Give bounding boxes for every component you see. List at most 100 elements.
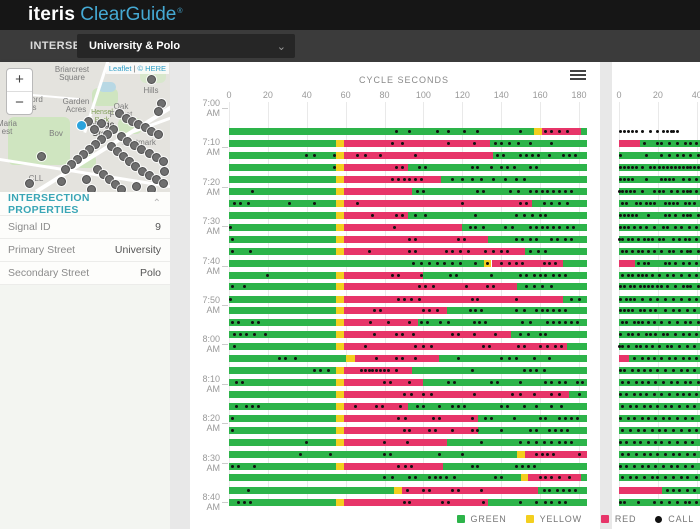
call-dot [400, 165, 404, 169]
property-label: Signal ID [8, 221, 51, 233]
intersection-dropdown[interactable]: University & Polo ⌄ [77, 34, 295, 58]
phase-segment-r [542, 128, 581, 136]
call-dot [670, 165, 673, 169]
call-dot [635, 213, 638, 217]
phase-segment-g [407, 163, 587, 171]
call-dot [638, 225, 642, 229]
call-dot [687, 297, 691, 301]
call-dot [685, 190, 689, 194]
call-dot [505, 249, 509, 253]
chart-menu-icon[interactable] [570, 70, 586, 82]
x-tick-label: 100 [415, 90, 431, 100]
call-dot [499, 141, 503, 145]
phase-segment-y [520, 474, 529, 482]
call-dot [658, 273, 662, 277]
call-dot [627, 213, 631, 217]
map-zoom-in-button[interactable]: + [7, 69, 32, 92]
phase-segment-g [580, 128, 587, 136]
call-dot [451, 249, 455, 253]
signal-marker[interactable] [36, 151, 46, 161]
signal-marker[interactable] [81, 174, 91, 184]
call-dot [681, 213, 685, 217]
signal-marker[interactable] [158, 178, 168, 188]
signal-marker[interactable] [131, 181, 141, 191]
call-dot [675, 416, 679, 420]
call-dot [491, 177, 495, 181]
phase-segment-g [417, 319, 587, 327]
call-dot [631, 213, 635, 217]
chevron-up-icon[interactable]: ⌃ [153, 198, 170, 209]
leaflet-link[interactable]: Leaflet [109, 64, 132, 73]
phase-segment-r [343, 343, 568, 351]
call-dot [563, 440, 567, 444]
call-dot [542, 368, 546, 372]
call-dot [673, 357, 677, 361]
phase-segment-g [489, 139, 587, 147]
phase-segment-y [345, 355, 356, 363]
call-dot [671, 237, 675, 241]
time-axis-tick [222, 383, 228, 385]
selected-signal-marker[interactable] [75, 119, 87, 131]
call-dot [523, 404, 527, 408]
call-dot [638, 201, 642, 205]
call-dot [640, 416, 644, 420]
signal-marker[interactable] [153, 129, 163, 139]
phase-segment-y [335, 366, 344, 374]
chevron-down-icon: ⌄ [276, 40, 286, 53]
call-dot [652, 165, 656, 169]
call-dot [499, 428, 503, 432]
call-dot [493, 333, 497, 337]
call-dot [526, 464, 530, 468]
map-zoom-out-button[interactable]: − [7, 92, 32, 114]
phase-segment-y [335, 175, 344, 183]
call-dot [575, 416, 579, 420]
phase-segment-y [335, 379, 344, 387]
call-dot [394, 333, 398, 337]
call-dot [388, 381, 392, 385]
signal-marker[interactable] [56, 176, 66, 186]
call-dot [532, 464, 536, 468]
call-dot [631, 237, 635, 241]
call-dot [528, 141, 532, 145]
call-dot [646, 381, 650, 385]
call-dot [503, 225, 507, 229]
phase-segment-g [229, 271, 336, 279]
call-dot [671, 249, 675, 253]
x-tick-label: 0 [616, 90, 622, 100]
call-dot [490, 165, 493, 169]
call-dot [567, 154, 571, 158]
call-dot-swatch [655, 515, 663, 523]
phase-segment-y [335, 247, 344, 255]
call-dot [414, 177, 418, 181]
signal-marker[interactable] [146, 74, 156, 84]
map-zoom-control: + − [6, 68, 33, 115]
call-dot [283, 357, 287, 361]
call-dot [567, 488, 571, 492]
signal-marker[interactable] [159, 166, 169, 176]
call-dot [552, 273, 556, 277]
phase-segment-g [229, 223, 336, 231]
phase-segment-g [229, 307, 336, 315]
call-dot [644, 333, 648, 337]
signal-marker[interactable] [158, 156, 168, 166]
call-dot [458, 249, 462, 253]
call-dot [534, 237, 538, 241]
map-panel[interactable]: + − Leaflet | © HERE Briarcrest SquareAs… [0, 62, 170, 192]
call-dot [470, 464, 474, 468]
call-dot [332, 165, 336, 169]
phase-segment-y [335, 223, 344, 231]
here-link[interactable]: © HERE [138, 64, 166, 73]
call-dot [675, 201, 679, 205]
call-dot [675, 130, 679, 134]
phase-segment-g [229, 450, 517, 458]
call-dot [563, 190, 567, 194]
call-dot [538, 273, 542, 277]
call-dot [652, 500, 656, 504]
signal-marker[interactable] [89, 124, 99, 134]
signal-marker[interactable] [60, 164, 70, 174]
signal-marker[interactable] [153, 106, 163, 116]
signal-marker[interactable] [24, 178, 34, 188]
call-dot [652, 201, 656, 205]
call-dot [662, 130, 666, 134]
call-dot [367, 368, 371, 372]
